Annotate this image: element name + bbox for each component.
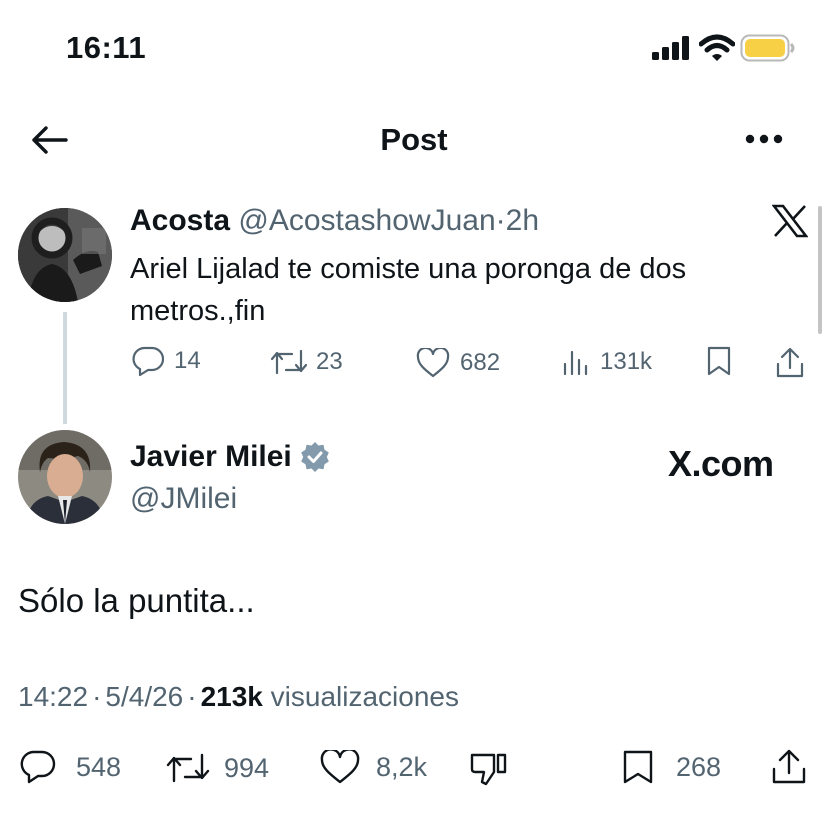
- views-label: visualizaciones: [270, 681, 459, 712]
- like-button[interactable]: 682: [416, 348, 500, 378]
- bookmark-count: 268: [676, 751, 722, 782]
- retweet-icon: [270, 348, 308, 376]
- share-icon[interactable]: [771, 748, 807, 784]
- bookmark-button[interactable]: 268: [622, 750, 721, 784]
- battery-icon: [740, 34, 796, 62]
- reply-count: 548: [76, 751, 122, 782]
- x-com-watermark: X.com: [668, 443, 774, 484]
- quoted-tweet-header: Acosta @AcostashowJuan·2h: [130, 204, 539, 238]
- author-handle[interactable]: @JMilei: [130, 482, 237, 516]
- dislike-icon[interactable]: [470, 750, 508, 786]
- tweet-text: Ariel Lijalad te comiste una poronga de …: [130, 248, 686, 332]
- avatar-javier-milei[interactable]: [18, 430, 112, 524]
- tweet-date: 5/4/26: [105, 681, 184, 712]
- x-logo-icon: [772, 204, 808, 238]
- verified-badge-icon: [300, 442, 330, 472]
- reply-count: 14: [174, 347, 201, 374]
- retweet-icon: [166, 752, 210, 784]
- retweet-button[interactable]: 994: [166, 752, 269, 784]
- retweet-count: 23: [316, 348, 343, 375]
- reply-button[interactable]: 548: [20, 750, 121, 784]
- tweet-time[interactable]: 2h: [506, 204, 539, 237]
- wifi-icon: [699, 34, 735, 62]
- separator-dot: ·: [495, 204, 506, 237]
- status-bar: 16:11: [0, 0, 828, 96]
- like-button[interactable]: 8,2k: [320, 750, 427, 784]
- main-tweet-text: Sólo la puntita...: [18, 582, 255, 619]
- tweet-meta: 14:22 · 5/4/26 · 213k visualizaciones: [18, 681, 459, 713]
- tweet-time: 14:22: [18, 681, 89, 712]
- views-count: 131k: [600, 348, 653, 375]
- like-icon: [416, 348, 450, 378]
- page-title: Post: [380, 122, 448, 157]
- reply-icon: [132, 346, 164, 376]
- share-icon[interactable]: [775, 346, 805, 378]
- bookmark-icon: [622, 750, 654, 784]
- separator-dot: ·: [92, 681, 102, 712]
- views-count: 213k: [200, 681, 263, 712]
- author-name[interactable]: Acosta: [130, 204, 230, 237]
- views-icon: [562, 348, 588, 376]
- tweet-text-line: Ariel Lijalad te comiste una poronga de …: [130, 253, 687, 285]
- signal-icon: [652, 36, 692, 60]
- tweet-text-line: metros.,fin: [130, 295, 266, 327]
- scrollbar[interactable]: [818, 206, 822, 334]
- like-count: 8,2k: [376, 751, 428, 782]
- reply-icon: [20, 750, 56, 784]
- retweet-button[interactable]: 23: [270, 348, 343, 376]
- author-name: Javier Milei: [130, 440, 292, 473]
- main-author[interactable]: Javier Milei: [130, 440, 330, 474]
- bookmark-icon[interactable]: [706, 346, 732, 376]
- like-count: 682: [460, 349, 501, 376]
- thread-connector-line: [63, 312, 67, 424]
- separator-dot: ·: [187, 681, 197, 712]
- reply-button[interactable]: 14: [132, 346, 201, 376]
- status-time: 16:11: [66, 30, 147, 65]
- views-button[interactable]: 131k: [562, 348, 652, 376]
- retweet-count: 994: [224, 752, 270, 783]
- author-handle[interactable]: @AcostashowJuan: [238, 204, 495, 237]
- more-options-icon[interactable]: [745, 132, 785, 146]
- avatar-acosta[interactable]: [18, 208, 112, 302]
- like-icon: [320, 750, 360, 784]
